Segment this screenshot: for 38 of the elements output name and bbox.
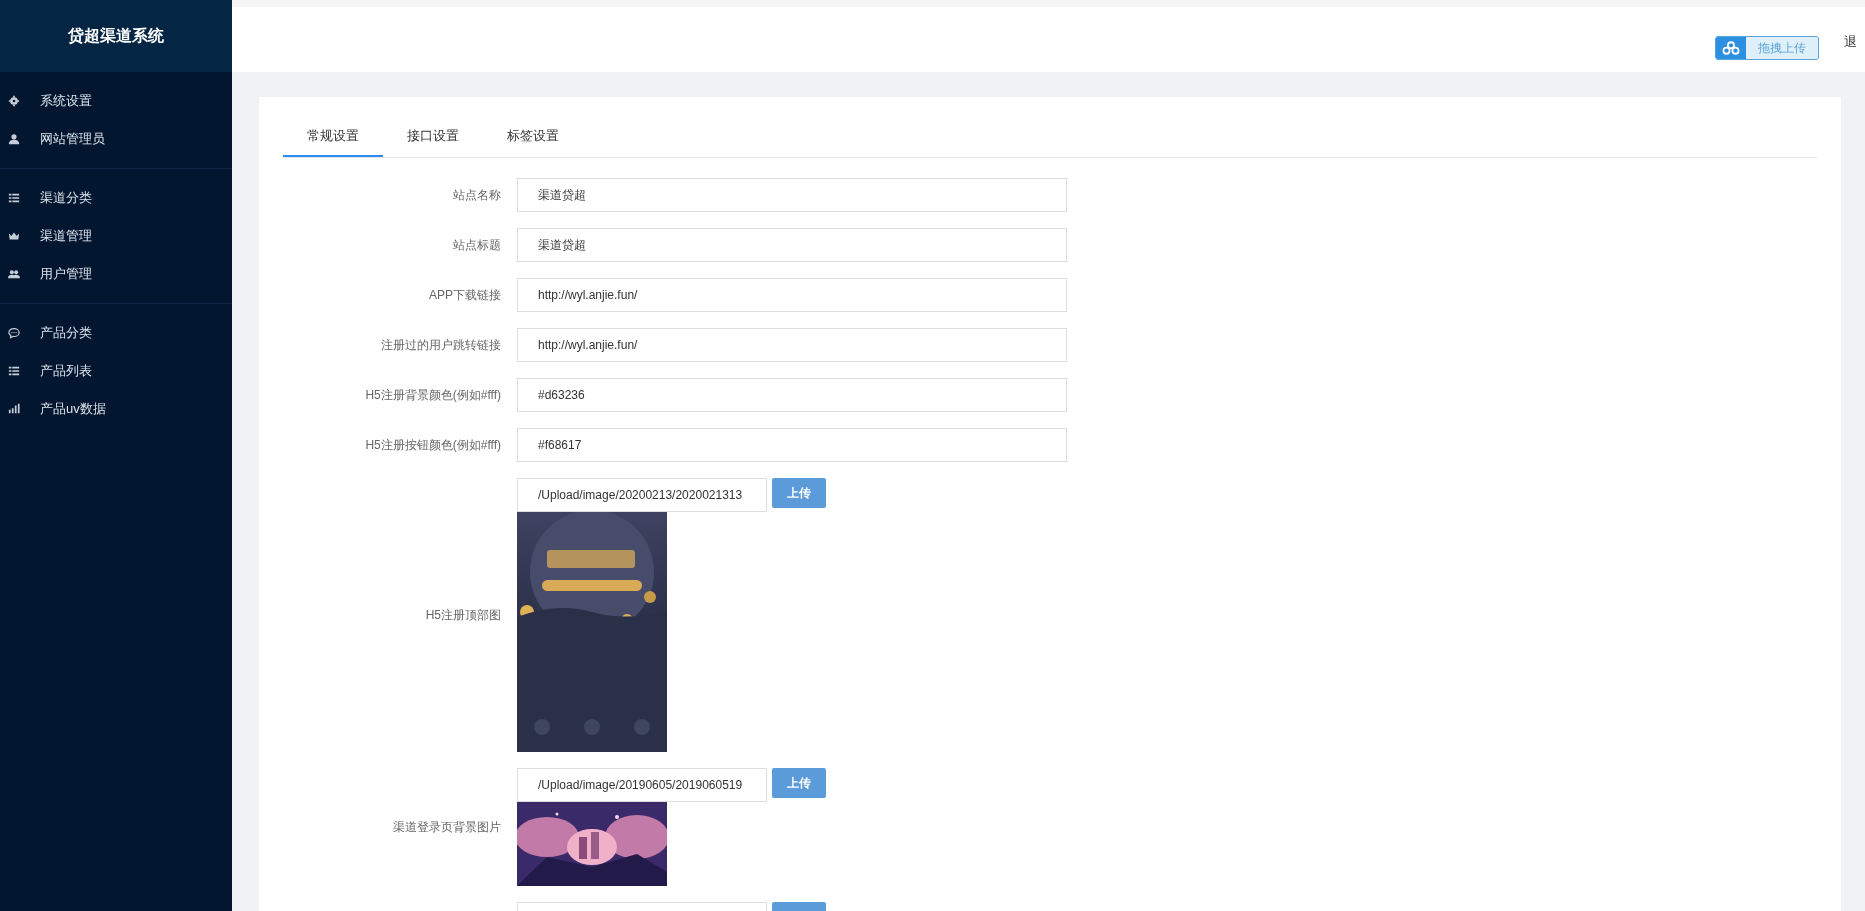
- sidebar-item[interactable]: 产品uv数据: [0, 390, 232, 428]
- users-icon: [8, 268, 20, 280]
- app-title: 贷超渠道系统: [68, 25, 164, 47]
- tab[interactable]: 接口设置: [383, 117, 483, 157]
- field-label: APP下载链接: [428, 286, 501, 304]
- sidebar-item[interactable]: 渠道管理: [0, 217, 232, 255]
- chart-icon: [8, 403, 20, 415]
- sidebar-item[interactable]: 用户管理: [0, 255, 232, 293]
- input-field[interactable]: 渠道贷超: [517, 178, 1067, 212]
- gear-icon: [8, 95, 20, 107]
- sidebar-item[interactable]: 产品分类: [0, 314, 232, 352]
- field-label: 站点名称: [452, 186, 501, 204]
- sidebar-item[interactable]: 系统设置: [0, 82, 232, 120]
- sidebar-item[interactable]: 网站管理员: [0, 120, 232, 158]
- crown-icon: [8, 230, 20, 242]
- list-icon: [8, 192, 20, 204]
- cloud-icon: [1716, 37, 1746, 59]
- input-field[interactable]: /Upload/image/20200213/2020021313: [517, 478, 767, 512]
- input-field[interactable]: http://wyl.anjie.fun/: [517, 278, 1067, 312]
- logout-link[interactable]: 退: [1844, 33, 1857, 51]
- field-label: 站点标题: [452, 236, 501, 254]
- list-icon: [8, 365, 20, 377]
- field-label: H5注册按钮颜色(例如#fff): [364, 436, 501, 454]
- tab[interactable]: 常规设置: [283, 117, 383, 157]
- field-label: 注册过的用户跳转链接: [380, 336, 501, 354]
- input-field[interactable]: #d63236: [517, 378, 1067, 412]
- input-field[interactable]: 渠道贷超: [517, 228, 1067, 262]
- sidebar-item[interactable]: 渠道分类: [0, 179, 232, 217]
- field-label: H5注册顶部图: [424, 606, 501, 624]
- tab[interactable]: 标签设置: [483, 117, 583, 157]
- input-field[interactable]: http://wyl.anjie.fun/: [517, 328, 1067, 362]
- field-label: 渠道登录页背景图片: [392, 818, 501, 836]
- chat-icon: [8, 327, 20, 339]
- sidebar-item[interactable]: 产品列表: [0, 352, 232, 390]
- user-icon: [8, 133, 20, 145]
- field-label: H5注册背景颜色(例如#fff): [364, 386, 501, 404]
- input-field[interactable]: #f68617: [517, 428, 1067, 462]
- input-field[interactable]: /Upload/image/20190605/2019060519: [517, 768, 767, 802]
